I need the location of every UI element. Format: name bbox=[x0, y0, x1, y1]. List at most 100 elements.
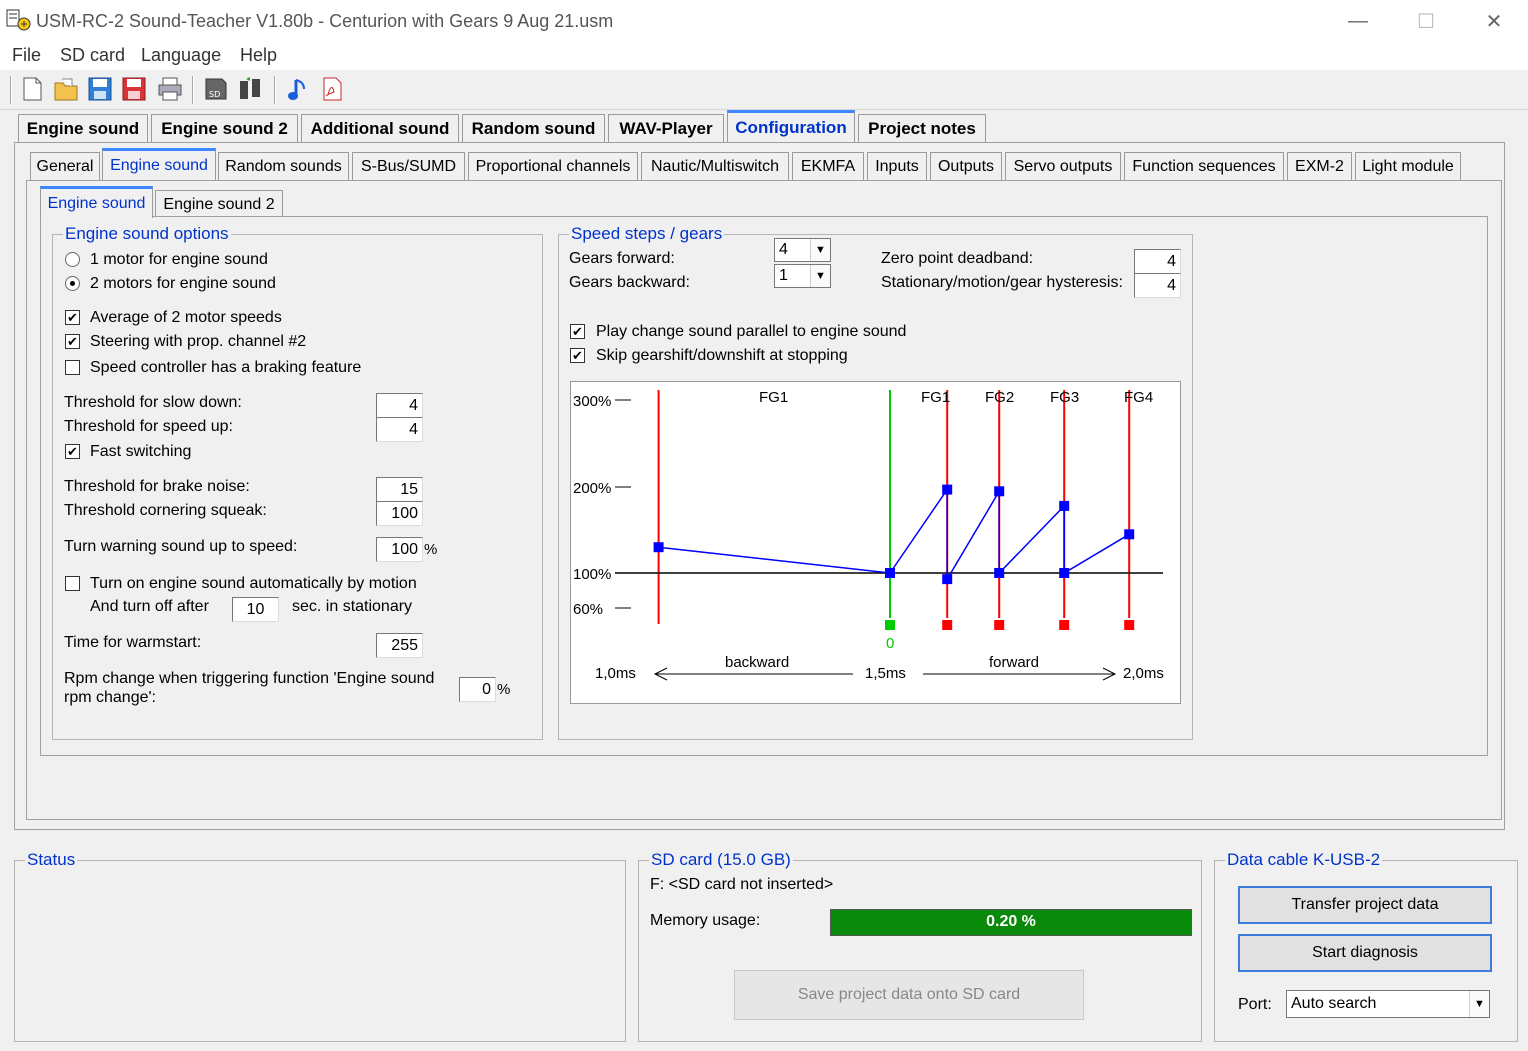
chevron-down-icon[interactable]: ▼ bbox=[810, 239, 830, 261]
pdf-icon[interactable] bbox=[318, 75, 346, 103]
print-icon[interactable] bbox=[156, 75, 184, 103]
menu-help[interactable]: Help bbox=[240, 45, 277, 66]
threshold-slow-down-input[interactable]: 4 bbox=[376, 393, 423, 418]
save-to-sd-button[interactable]: Save project data onto SD card bbox=[734, 970, 1084, 1020]
sd-card-legend: SD card (15.0 GB) bbox=[649, 850, 793, 870]
transfer-icon[interactable] bbox=[236, 75, 264, 103]
engine-sound-options-legend: Engine sound options bbox=[63, 224, 231, 244]
gear-curve-svg[interactable]: 300% 200% 100% 60% FG1 FG1 FG2 FG3 FG4 0 1,0ms 1,5m… bbox=[571, 382, 1182, 705]
threshold-brake-noise-input[interactable]: 15 bbox=[376, 477, 423, 502]
turn-off-after-label: And turn off after bbox=[90, 598, 209, 615]
status-legend: Status bbox=[25, 850, 78, 870]
toolbar-separator bbox=[274, 76, 276, 104]
gears-forward-select[interactable]: 4 ▼ bbox=[774, 238, 831, 262]
chevron-down-icon[interactable]: ▼ bbox=[810, 265, 830, 287]
turn-warning-speed-input[interactable]: 100 bbox=[376, 537, 423, 562]
zero-label: 0 bbox=[886, 635, 894, 652]
subtab-engine-sound[interactable]: Engine sound bbox=[40, 186, 153, 218]
open-folder-icon[interactable] bbox=[52, 75, 80, 103]
tab-servo-outputs[interactable]: Servo outputs bbox=[1005, 152, 1121, 180]
menu-sd-card[interactable]: SD card bbox=[60, 45, 125, 66]
tab-config-engine-sound[interactable]: Engine sound bbox=[102, 148, 216, 180]
gear-curve-chart[interactable]: 300% 200% 100% 60% FG1 FG1 FG2 FG3 FG4 0 1,0ms 1,5m… bbox=[570, 381, 1181, 704]
hysteresis-input[interactable]: 4 bbox=[1134, 273, 1181, 298]
checkbox-auto-engine-sound[interactable] bbox=[65, 576, 80, 591]
tab-random-sound[interactable]: Random sound bbox=[462, 114, 605, 142]
checkbox-steering-prop-channel[interactable]: ✔ bbox=[65, 334, 80, 349]
x-label-mid: 1,5ms bbox=[865, 665, 906, 682]
auto-engine-sound-label: Turn on engine sound automatically by mo… bbox=[90, 575, 417, 592]
minimize-button[interactable]: — bbox=[1324, 0, 1392, 42]
start-diagnosis-button[interactable]: Start diagnosis bbox=[1238, 934, 1492, 972]
tab-light-module[interactable]: Light module bbox=[1355, 152, 1461, 180]
data-point bbox=[994, 568, 1005, 578]
threshold-brake-noise-label: Threshold for brake noise: bbox=[64, 478, 250, 495]
menu-file[interactable]: File bbox=[12, 45, 41, 66]
speed-steps-legend: Speed steps / gears bbox=[569, 224, 725, 244]
sound-note-icon[interactable] bbox=[284, 75, 312, 103]
play-change-sound-label: Play change sound parallel to engine sou… bbox=[596, 323, 907, 340]
threshold-slow-down-label: Threshold for slow down: bbox=[64, 394, 242, 411]
tab-random-sounds[interactable]: Random sounds bbox=[218, 152, 349, 180]
tab-ekmfa[interactable]: EKMFA bbox=[792, 152, 864, 180]
menu-language[interactable]: Language bbox=[141, 45, 221, 66]
gear-label: FG4 bbox=[1124, 389, 1153, 406]
tab-sbus-sumd[interactable]: S-Bus/SUMD bbox=[352, 152, 465, 180]
tab-project-notes[interactable]: Project notes bbox=[858, 114, 986, 142]
x-label-right: 2,0ms bbox=[1123, 665, 1164, 682]
gear-marker bbox=[994, 620, 1005, 630]
tab-inputs[interactable]: Inputs bbox=[867, 152, 927, 180]
chevron-down-icon[interactable]: ▼ bbox=[1469, 991, 1489, 1017]
radio-1-motor-label: 1 motor for engine sound bbox=[90, 251, 268, 268]
save-as-icon[interactable] bbox=[120, 75, 148, 103]
port-label: Port: bbox=[1238, 996, 1272, 1013]
checkbox-braking-feature[interactable] bbox=[65, 360, 80, 375]
tab-nautic-multiswitch[interactable]: Nautic/Multiswitch bbox=[641, 152, 789, 180]
tab-outputs[interactable]: Outputs bbox=[930, 152, 1002, 180]
tab-function-sequences[interactable]: Function sequences bbox=[1124, 152, 1284, 180]
deadband-input[interactable]: 4 bbox=[1134, 249, 1181, 274]
checkbox-average-motor-speeds[interactable]: ✔ bbox=[65, 310, 80, 325]
checkbox-fast-switching[interactable]: ✔ bbox=[65, 444, 80, 459]
rpm-change-input[interactable]: 0 bbox=[459, 677, 496, 702]
radio-2-motors[interactable] bbox=[65, 276, 80, 291]
tab-configuration[interactable]: Configuration bbox=[727, 110, 855, 142]
threshold-cornering-squeak-input[interactable]: 100 bbox=[376, 501, 423, 526]
turn-warning-unit: % bbox=[424, 541, 438, 558]
turn-off-after-input[interactable]: 10 bbox=[232, 597, 279, 622]
threshold-speed-up-input[interactable]: 4 bbox=[376, 417, 423, 442]
transfer-project-data-button[interactable]: Transfer project data bbox=[1238, 886, 1492, 924]
rpm-change-label-2: rpm change': bbox=[64, 689, 156, 706]
data-point bbox=[1124, 529, 1135, 540]
y-tick-label: 200% bbox=[573, 480, 611, 497]
warmstart-input[interactable]: 255 bbox=[376, 633, 423, 658]
turn-off-unit-label: sec. in stationary bbox=[292, 598, 413, 615]
close-button[interactable]: ✕ bbox=[1460, 0, 1528, 42]
maximize-button[interactable]: ☐ bbox=[1392, 0, 1460, 42]
tab-engine-sound[interactable]: Engine sound bbox=[18, 114, 148, 142]
data-point bbox=[942, 574, 953, 585]
tab-exm-2[interactable]: EXM-2 bbox=[1287, 152, 1352, 180]
gears-forward-label: Gears forward: bbox=[569, 250, 675, 267]
save-icon[interactable] bbox=[86, 75, 114, 103]
gear-marker bbox=[942, 620, 953, 630]
data-point bbox=[942, 484, 953, 495]
port-select[interactable]: Auto search ▼ bbox=[1286, 990, 1490, 1018]
tab-proportional-channels[interactable]: Proportional channels bbox=[468, 152, 638, 180]
speed-curve bbox=[658, 487, 1130, 582]
tab-additional-sound[interactable]: Additional sound bbox=[301, 114, 459, 142]
tab-engine-sound-2[interactable]: Engine sound 2 bbox=[151, 114, 298, 142]
subtab-engine-sound-2[interactable]: Engine sound 2 bbox=[155, 190, 283, 218]
sd-card-icon[interactable]: SD bbox=[202, 75, 230, 103]
x-label-backward: backward bbox=[725, 654, 789, 671]
new-file-icon[interactable] bbox=[18, 75, 46, 103]
x-label-forward: forward bbox=[989, 654, 1039, 671]
data-point bbox=[1059, 500, 1070, 511]
checkbox-play-change-sound[interactable]: ✔ bbox=[570, 324, 585, 339]
checkbox-skip-gearshift[interactable]: ✔ bbox=[570, 348, 585, 363]
radio-1-motor[interactable] bbox=[65, 252, 80, 267]
tab-general[interactable]: General bbox=[30, 152, 100, 180]
gears-backward-select[interactable]: 1 ▼ bbox=[774, 264, 831, 288]
tab-wav-player[interactable]: WAV-Player bbox=[608, 114, 724, 142]
memory-usage-label: Memory usage: bbox=[650, 912, 761, 929]
